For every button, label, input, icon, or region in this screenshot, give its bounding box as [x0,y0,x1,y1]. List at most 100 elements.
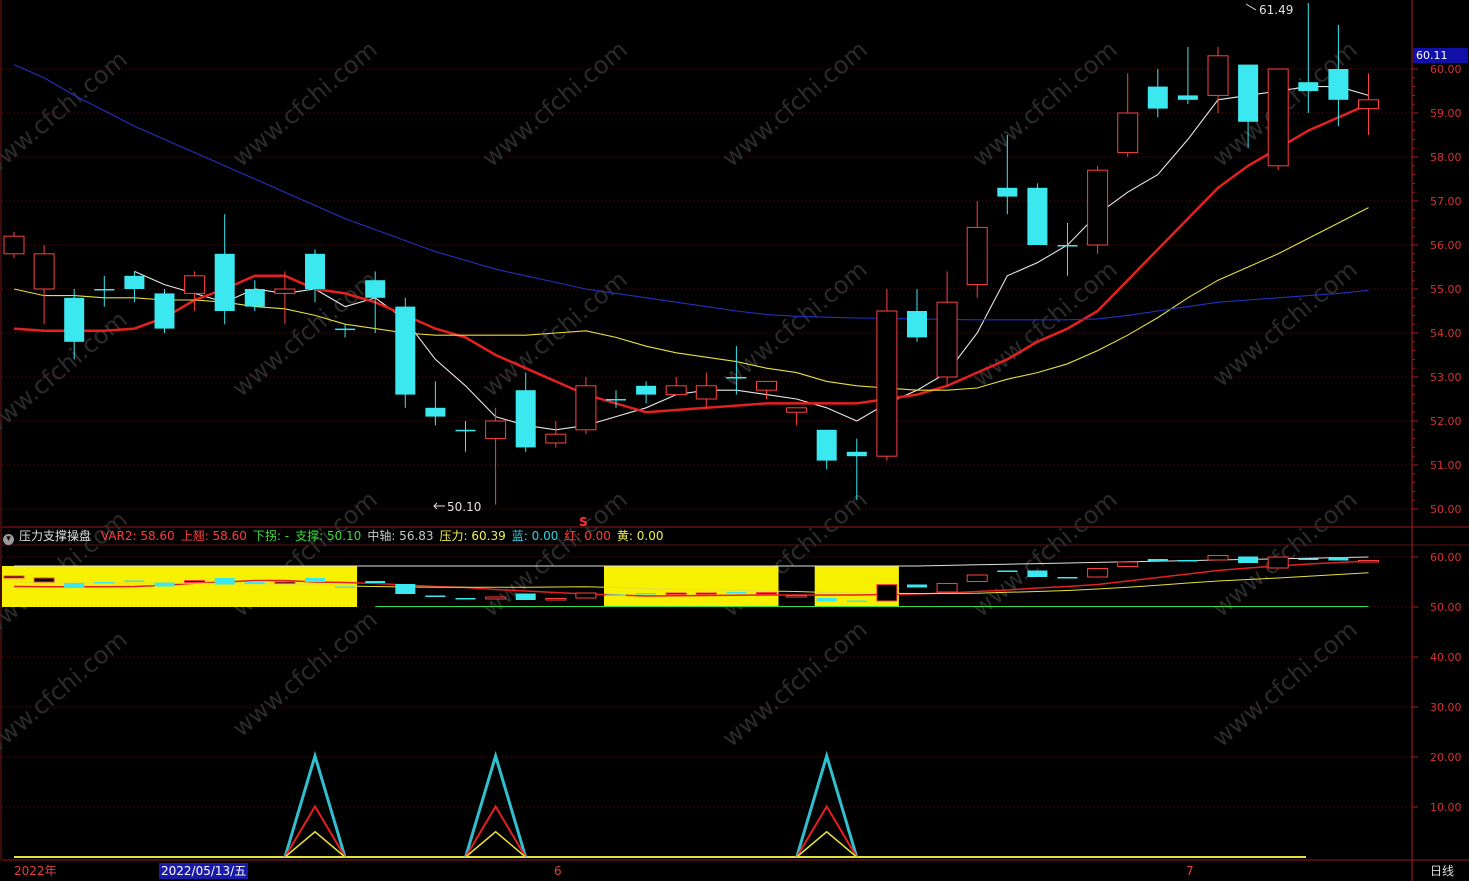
signal-spike [465,830,527,858]
indicator-item: 压力: 60.39 [439,529,506,543]
sub-candle [936,583,958,593]
candle-body [244,289,265,307]
price-tick-label: 52.00 [1430,415,1462,428]
period-daily-button[interactable]: 日线 [1415,861,1469,881]
candle-body [1057,245,1078,247]
candle-body [1238,64,1259,122]
candle-body [876,310,898,457]
indicator-item: 下拐: - [252,529,290,543]
price-tick-label: 60.00 [1430,63,1462,76]
sub-candle [425,595,446,597]
sub-candle [455,598,476,600]
sub-tick-label: 20.00 [1430,751,1462,764]
candle-body [1298,82,1319,91]
sub-candle [1328,557,1349,561]
watermark-text: www.cfchi.com [0,45,133,182]
candle-body [3,235,25,255]
candle-body [966,226,988,286]
sub-tick-label: 60.00 [1430,551,1462,564]
candle-body [846,451,867,457]
watermark-text: www.cfchi.com [227,605,383,742]
sub-candle [726,592,747,594]
candle-body [214,253,235,311]
candle-body [786,407,808,413]
price-tick-label: 53.00 [1430,371,1462,384]
sub-candle [1267,556,1289,569]
price-axis: 50.00 51.00 52.00 53.00 54.00 55.00 56.00 57.00… [1412,63,1462,814]
indicator-item: VAR2: 58.60 [100,529,175,543]
candle-body [1328,69,1349,100]
indicator-item: 蓝: 0.00 [511,529,559,543]
sub-candle [1298,558,1319,560]
month-label-6: 6 [554,864,562,878]
sub-candle [816,598,837,602]
candle-body [485,420,507,440]
watermark-text: www.cfchi.com [717,35,873,172]
candlestick-series[interactable] [3,3,1379,505]
high-price-label: 61.49 [1259,3,1293,17]
candle-body [816,429,837,461]
candle-body [726,377,747,379]
candle-body [756,380,777,391]
kline-chart[interactable]: www.cfchi.com www.cfchi.com www.cfchi.com w… [0,0,1469,881]
price-tick-label: 55.00 [1430,283,1462,296]
sub-candle [756,592,777,595]
watermark-text: www.cfchi.com [1207,485,1363,622]
sub-candle [64,583,85,588]
sub-candle [1117,561,1139,567]
candle-body [936,301,958,378]
signal-spike [796,830,858,858]
support-zone [604,566,779,607]
candle-body [305,253,325,289]
month-label-7: 7 [1186,864,1194,878]
candle-body [94,289,115,291]
chevron-down-icon[interactable]: ▾ [3,534,14,545]
candle-body [425,407,446,417]
candle-body [665,385,687,396]
indicator-item: 上翘: 58.60 [180,529,247,543]
sub-candle [876,584,898,602]
indicator-item: 黄: 0.00 [616,529,664,543]
candle-body [1087,169,1109,246]
sub-candle [1238,556,1259,563]
indicator-title[interactable]: 压力支撑操盘 [19,529,91,543]
candle-body [1207,55,1229,96]
sub-candle [1087,568,1109,578]
moving-average-lines [13,64,1370,431]
sub-candle [665,592,687,595]
candle-body [1358,99,1379,110]
sub-candle [1358,560,1379,563]
sub-candle [606,594,626,596]
price-tick-label: 59.00 [1430,107,1462,120]
sub-candle [274,581,296,584]
candle-body [455,429,476,432]
price-tick-label: 58.00 [1430,151,1462,164]
price-tick-label: 57.00 [1430,195,1462,208]
cursor-date-label: 2022/05/13/五 [159,863,249,879]
candle-body [997,187,1018,197]
indicator-item: 红: 0.00 [564,529,611,543]
sub-candle [966,574,988,582]
indicator-item: 支撑: 50.10 [295,529,362,543]
sub-candle [154,582,175,587]
current-price-badge: 60.11 [1413,48,1468,63]
candle-body [1117,112,1139,154]
sub-candle [124,580,145,582]
watermark-text: www.cfchi.com [477,35,633,172]
candle-body [695,385,717,400]
sub-candle [846,600,867,602]
sub-candle [907,584,927,588]
candle-body [1177,95,1198,100]
candle-body [907,311,927,338]
low-price-label: 50.10 [447,500,481,514]
high-arrow [1245,3,1257,11]
candle-body [184,275,206,294]
signal-spike [284,830,346,858]
candle-body [606,399,626,401]
candle-body [1027,187,1048,245]
sub-candle [636,593,657,595]
candle-body [33,253,55,290]
sub-candle [786,595,808,598]
price-tick-label: 56.00 [1430,239,1462,252]
sub-candle [1207,555,1229,561]
